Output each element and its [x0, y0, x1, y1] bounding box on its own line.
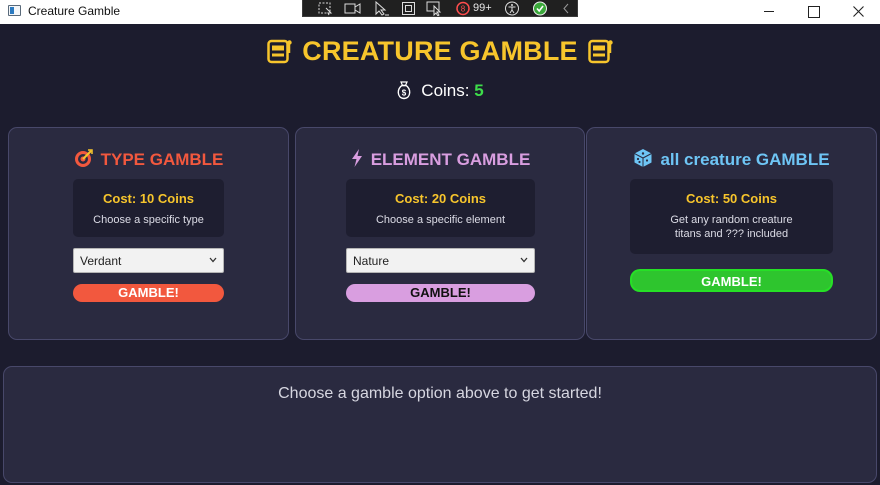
- coins-value: 5: [474, 81, 484, 100]
- type-cost-box: Cost: 10 Coins Choose a specific type: [73, 179, 224, 237]
- type-gamble-button[interactable]: GAMBLE!: [73, 284, 224, 302]
- all-cost: Cost: 50 Coins: [685, 191, 777, 206]
- type-select[interactable]: Verdant: [73, 248, 224, 273]
- result-message: Choose a gamble option above to get star…: [278, 385, 602, 402]
- element-cost-box: Cost: 20 Coins Choose a specific element: [346, 179, 535, 237]
- result-panel: Choose a gamble option above to get star…: [3, 366, 877, 483]
- money-bag-icon: $: [397, 81, 411, 100]
- element-description: Choose a specific element: [375, 214, 505, 226]
- minimize-button[interactable]: [746, 0, 792, 24]
- maximize-button[interactable]: [791, 0, 837, 24]
- type-gamble-title: TYPE GAMBLE: [9, 148, 288, 171]
- type-gamble-title-text: TYPE GAMBLE: [100, 150, 224, 169]
- element-cost: Cost: 20 Coins: [394, 191, 486, 206]
- coins-display: $ Coins: 5: [0, 80, 880, 102]
- pointer-icon[interactable]: [374, 1, 390, 16]
- element-gamble-button[interactable]: GAMBLE!: [346, 284, 535, 302]
- coins-label: Coins:: [421, 81, 470, 100]
- window-title: Creature Gamble: [28, 4, 121, 18]
- target-icon: [74, 149, 93, 167]
- type-description: Choose a specific type: [93, 214, 204, 226]
- lightning-icon: [351, 149, 362, 167]
- page-title-text: CREATURE GAMBLE: [302, 36, 578, 66]
- slot-machine-icon: [267, 39, 292, 64]
- element-select[interactable]: Nature: [346, 248, 535, 273]
- chevron-down-icon: [520, 257, 528, 263]
- app-icon: [8, 5, 21, 16]
- svg-text:8: 8: [461, 5, 466, 14]
- all-creature-gamble-card: all creature GAMBLE Cost: 50 Coins Get a…: [586, 127, 877, 340]
- overlay-toolbar: 8 99+: [302, 0, 578, 17]
- element-gamble-card: ELEMENT GAMBLE Cost: 20 Coins Choose a s…: [295, 127, 585, 340]
- all-description: Get any random creature titans and ??? in…: [630, 213, 833, 241]
- crop-icon[interactable]: [401, 1, 416, 16]
- slot-machine-icon: [588, 39, 613, 64]
- element-gamble-title: ELEMENT GAMBLE: [296, 148, 584, 171]
- page-title: CREATURE GAMBLE: [0, 33, 880, 69]
- select-region-icon[interactable]: [317, 1, 333, 16]
- all-description-line1: Get any random creature: [670, 214, 793, 226]
- type-gamble-card: TYPE GAMBLE Cost: 10 Coins Choose a spec…: [8, 127, 289, 340]
- all-gamble-button[interactable]: GAMBLE!: [630, 269, 833, 292]
- all-description-line2: titans and ??? included: [674, 228, 789, 240]
- check-icon[interactable]: [532, 1, 548, 16]
- accessibility-icon[interactable]: [504, 1, 520, 16]
- all-cost-box: Cost: 50 Coins Get any random creature ti…: [630, 179, 833, 254]
- all-creature-gamble-title: all creature GAMBLE: [587, 148, 876, 171]
- close-icon: [853, 6, 864, 17]
- element-gamble-title-text: ELEMENT GAMBLE: [370, 150, 531, 169]
- type-select-value: Verdant: [80, 254, 122, 268]
- pointer-select-icon[interactable]: [426, 1, 444, 16]
- dice-icon: [634, 149, 653, 167]
- all-creature-gamble-title-text: all creature GAMBLE: [660, 150, 830, 169]
- record-icon[interactable]: [344, 1, 361, 16]
- type-cost: Cost: 10 Coins: [102, 191, 194, 206]
- collapse-icon[interactable]: [561, 1, 571, 16]
- close-button[interactable]: [836, 0, 880, 24]
- chevron-down-icon: [209, 257, 217, 263]
- notifications-icon[interactable]: 8: [455, 1, 471, 16]
- notification-count: 99+: [473, 2, 492, 14]
- svg-text:$: $: [402, 89, 407, 98]
- element-select-value: Nature: [353, 254, 390, 268]
